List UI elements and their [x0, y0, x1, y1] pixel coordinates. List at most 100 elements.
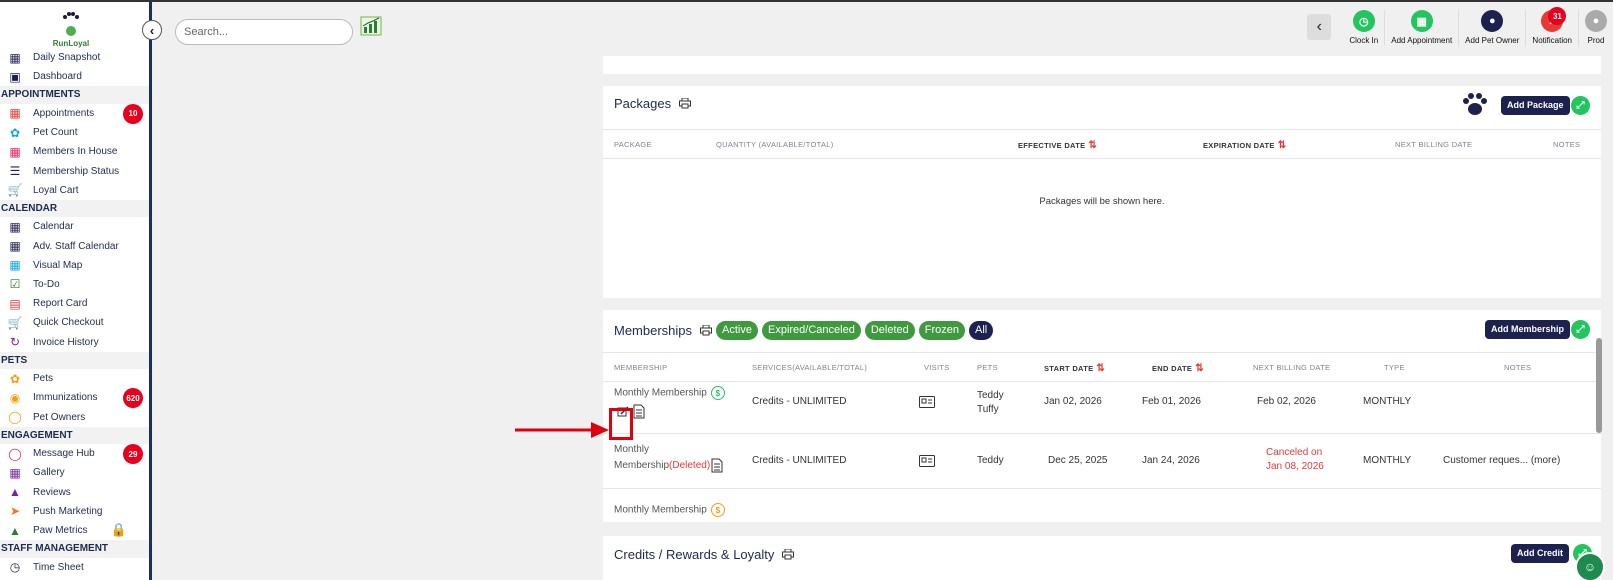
sidebar-item-label: Members In House: [33, 146, 118, 158]
back-button[interactable]: ‹: [1307, 14, 1332, 40]
expand-icon[interactable]: ⤢: [1571, 320, 1590, 339]
staff-calendar-icon: ▦: [9, 239, 21, 254]
search-input[interactable]: [175, 19, 353, 45]
document-icon[interactable]: [633, 404, 645, 419]
sidebar-item-dashboard[interactable]: ▣ Dashboard: [0, 67, 149, 86]
services-cell: Credits - UNLIMITED: [752, 455, 847, 466]
col-end-date-label: END DATE: [1152, 364, 1193, 373]
memberships-scrollbar[interactable]: [1596, 338, 1602, 433]
credits-title-text: Credits / Rewards & Loyalty: [614, 547, 775, 562]
sidebar-item-message-hub[interactable]: ◯ Message Hub 29: [0, 444, 149, 465]
gallery-icon: ▦: [9, 465, 21, 480]
sidebar-item-membership-status[interactable]: ☰ Membership Status: [0, 161, 149, 180]
sidebar-collapse-button[interactable]: ‹: [142, 20, 162, 40]
pet-name[interactable]: Tuffy: [977, 404, 999, 415]
sidebar-item-loyal-cart[interactable]: 🛒 Loyal Cart: [0, 181, 149, 200]
sort-icon[interactable]: ⇅: [1278, 140, 1287, 151]
immunization-icon: ◉: [9, 390, 21, 405]
expand-icon[interactable]: ⤢: [1571, 96, 1590, 115]
pet-name[interactable]: Teddy: [977, 455, 1004, 466]
thumbs-up-icon: ▲: [9, 485, 21, 500]
memberships-card: Memberships Active Expired/Canceled Dele…: [603, 310, 1601, 522]
filter-frozen[interactable]: Frozen: [918, 321, 966, 340]
analytics-chart-icon[interactable]: [360, 16, 382, 36]
sidebar-item-paw-metrics[interactable]: ▲ Paw Metrics 🔒: [0, 521, 149, 540]
membership-name-line2[interactable]: Membership(Deleted): [614, 460, 710, 471]
chevron-left-icon: ‹: [149, 22, 155, 38]
sidebar-item-gallery[interactable]: ▦ Gallery: [0, 463, 149, 482]
sidebar-item-calendar[interactable]: ▦ Calendar: [0, 217, 149, 236]
sort-icon[interactable]: ⇅: [1195, 363, 1204, 374]
sidebar-item-pets[interactable]: ✿ Pets: [0, 369, 149, 388]
col-expiration-date[interactable]: EXPIRATION DATE ⇅: [1203, 140, 1286, 151]
deleted-tag: (Deleted): [669, 460, 711, 471]
end-date-cell: Jan 24, 2026: [1142, 455, 1200, 466]
sidebar-item-label: Invoice History: [33, 336, 99, 348]
calendar-icon: ▦: [9, 219, 21, 234]
chat-support-icon[interactable]: ☺: [1575, 552, 1605, 580]
notification-button[interactable]: ♫ 31 Notification: [1526, 7, 1579, 46]
packages-card: Packages Add Package ⤢ PACKAGE QUANTITY …: [603, 86, 1601, 298]
col-type: TYPE: [1384, 363, 1405, 372]
sidebar-item-adv-staff-calendar[interactable]: ▦ Adv. Staff Calendar: [0, 237, 149, 256]
sidebar: RunLoyal ▦ Daily Snapshot ▣ Dashboard APPOIN…: [0, 2, 152, 580]
credits-title: Credits / Rewards & Loyalty: [614, 547, 795, 562]
visits-card-icon[interactable]: [919, 396, 935, 408]
sidebar-item-daily-snapshot[interactable]: ▦ Daily Snapshot: [0, 48, 149, 67]
print-icon[interactable]: [700, 325, 713, 336]
add-credit-button[interactable]: Add Credit: [1511, 544, 1569, 563]
print-icon[interactable]: [679, 98, 692, 109]
visits-card-icon[interactable]: [919, 455, 935, 467]
filter-all[interactable]: All: [969, 321, 994, 340]
sort-icon[interactable]: ⇅: [1088, 140, 1097, 151]
add-appointment-button[interactable]: ▦ Add Appointment: [1385, 10, 1460, 46]
add-package-button[interactable]: Add Package: [1501, 96, 1570, 115]
membership-name[interactable]: Monthly Membership $: [614, 503, 725, 517]
sidebar-item-members-in-house[interactable]: ▦ Members In House: [0, 142, 149, 161]
sidebar-item-to-do[interactable]: ☑ To-Do: [0, 275, 149, 294]
sidebar-item-pet-count[interactable]: ✿ Pet Count: [0, 123, 149, 142]
house-icon: ▦: [9, 144, 21, 159]
sidebar-item-report-card[interactable]: ▤ Report Card: [0, 294, 149, 313]
clock-in-label: Clock In: [1349, 36, 1379, 45]
sidebar-item-push-marketing[interactable]: ➤ Push Marketing: [0, 502, 149, 521]
paw-icon: ✿: [9, 371, 21, 386]
profile-button[interactable]: ● Prod: [1579, 10, 1613, 46]
pet-name[interactable]: Teddy: [977, 390, 1004, 401]
membership-name[interactable]: Monthly: [614, 444, 649, 455]
add-membership-button[interactable]: Add Membership: [1485, 320, 1571, 339]
sidebar-item-label: Visual Map: [33, 259, 83, 271]
membership-name[interactable]: Monthly Membership $: [614, 386, 725, 400]
clock-in-button[interactable]: ◷ Clock In: [1343, 10, 1386, 46]
sidebar-item-label: Pet Count: [33, 127, 78, 139]
sidebar-item-visual-map[interactable]: ▦ Visual Map: [0, 256, 149, 275]
sidebar-item-immunizations[interactable]: ◉ Immunizations 620: [0, 388, 149, 409]
document-icon[interactable]: [711, 458, 723, 473]
sidebar-item-time-sheet[interactable]: ◷ Time Sheet: [0, 558, 149, 577]
col-start-date[interactable]: START DATE ⇅: [1044, 363, 1105, 374]
brand-logo[interactable]: RunLoyal: [50, 12, 92, 48]
sidebar-item-label: Dashboard: [33, 71, 82, 83]
filter-expired-canceled[interactable]: Expired/Canceled: [762, 321, 861, 340]
sort-icon[interactable]: ⇅: [1096, 363, 1105, 374]
window-top-border: [0, 0, 1613, 2]
add-pet-owner-button[interactable]: ● Add Pet Owner: [1459, 10, 1527, 46]
notification-label: Notification: [1532, 36, 1572, 45]
sidebar-item-label: Loyal Cart: [33, 184, 79, 196]
sidebar-item-pet-owners[interactable]: ◯ Pet Owners: [0, 408, 149, 427]
sidebar-item-appointments[interactable]: ▦ Appointments 10: [0, 103, 149, 124]
filter-deleted[interactable]: Deleted: [864, 321, 915, 340]
sidebar-item-label: Report Card: [33, 298, 88, 310]
sidebar-item-label: Paw Metrics: [33, 525, 88, 537]
sidebar-item-label: Gallery: [33, 467, 65, 479]
sidebar-item-invoice-history[interactable]: ↻ Invoice History: [0, 332, 149, 351]
more-link[interactable]: (more): [1531, 455, 1560, 466]
filter-active[interactable]: Active: [716, 321, 758, 340]
col-effective-date[interactable]: EFFECTIVE DATE ⇅: [1018, 140, 1097, 151]
col-next-billing: NEXT BILLING DATE: [1253, 363, 1331, 372]
sidebar-item-reviews[interactable]: ▲ Reviews: [0, 483, 149, 502]
paw-icon: [1463, 93, 1487, 115]
col-end-date[interactable]: END DATE ⇅: [1152, 363, 1204, 374]
print-icon[interactable]: [782, 549, 795, 560]
sidebar-item-quick-checkout[interactable]: 🛒 Quick Checkout: [0, 313, 149, 332]
